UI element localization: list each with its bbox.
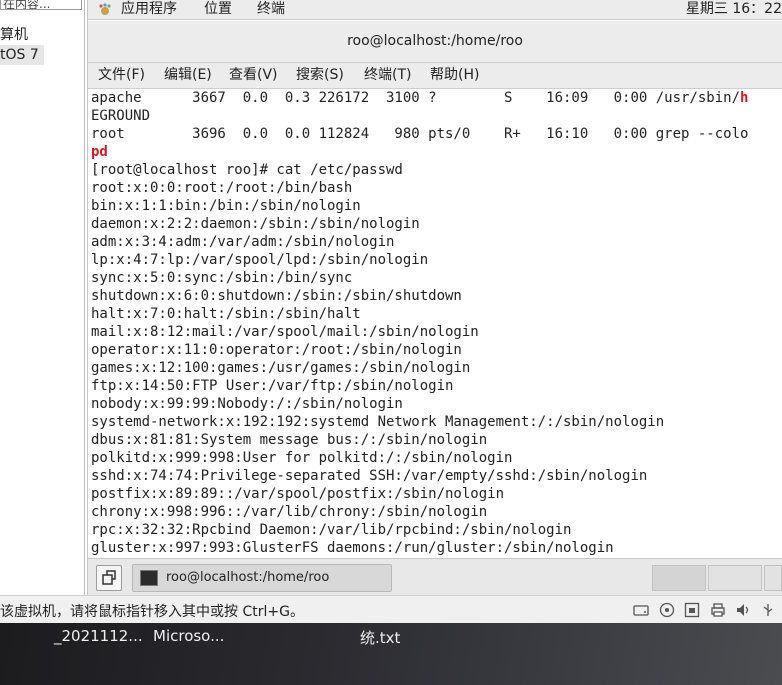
gnome-foot-icon [99,3,111,15]
sound-card-icon[interactable] [735,602,751,618]
terminal-line: operator:x:11:0:operator:/root:/sbin/nol… [91,342,462,358]
window-restore-icon [102,570,116,585]
taskbar-terminal-item[interactable]: roo@localhost:/home/roo [132,564,392,592]
terminal-line: shutdown:x:6:0:shutdown:/sbin:/sbin/shut… [91,288,462,304]
library-item-computer[interactable]: 算机 [0,24,28,44]
terminal-line: polkitd:x:999:998:User for polkitd:/:/sb… [91,450,513,466]
library-search-input[interactable]: 在内容... [0,0,82,10]
desktop-file-label[interactable]: Microso... [153,627,224,645]
guest-taskbar: roo@localhost:/home/roo [88,558,782,595]
terminal-line: bin:x:1:1:bin:/bin:/sbin/nologin [91,198,361,214]
hard-disk-icon[interactable] [633,602,649,618]
terminal-line: root:x:0:0:root:/root:/bin/bash [91,180,353,196]
vmware-status-bar: 该虚拟机，请将鼠标指针移入其中或按 Ctrl+G。 [0,595,782,623]
terminal-prompt-line: [root@localhost roo]# cat /etc/passwd [91,162,403,178]
terminal-line: sync:x:5:0:sync:/sbin:/bin/sync [91,270,353,286]
menu-view[interactable]: 查看(V) [229,66,278,84]
terminal-icon [140,570,158,586]
terminal-line: daemon:x:2:2:daemon:/sbin:/sbin/nologin [91,216,420,232]
terminal-line: ftp:x:14:50:FTP User:/var/ftp:/sbin/nolo… [91,378,454,394]
terminal-line: games:x:12:100:games:/usr/games:/sbin/no… [91,360,471,376]
terminal-line: dbus:x:81:81:System message bus:/:/sbin/… [91,432,488,448]
gnome-top-bar: 应用程序 位置 终端 星期三 16：22 [88,0,782,20]
vm-library-panel: 在内容... 算机 tOS 7 [0,0,88,595]
terminal-output[interactable]: apache 3667 0.0 0.3 226172 3100 ? S 16:0… [88,89,782,558]
workspace-2[interactable] [708,565,762,591]
terminal-line: rpc:x:32:32:Rpcbind Daemon:/var/lib/rpcb… [91,522,572,538]
vm-hint-text: 该虚拟机，请将鼠标指针移入其中或按 Ctrl+G。 [0,604,304,620]
menu-search[interactable]: 搜索(S) [296,66,344,84]
menu-help[interactable]: 帮助(H) [430,66,479,84]
usb-icon[interactable] [760,602,776,618]
terminal-line: lp:x:4:7:lp:/var/spool/lpd:/sbin/nologin [91,252,429,268]
terminal-line: mail:x:8:12:mail:/var/spool/mail:/sbin/n… [91,324,479,340]
menu-file[interactable]: 文件(F) [98,66,145,84]
printer-icon[interactable] [710,602,726,618]
terminal-line: systemd-network:x:192:192:systemd Networ… [91,414,665,430]
cd-drive-icon[interactable] [659,602,675,618]
terminal-line: adm:x:3:4:adm:/var/adm:/sbin/nologin [91,234,395,250]
workspace-1[interactable] [652,565,706,591]
network-adapter-icon[interactable] [684,602,700,618]
terminal-line: apache 3667 0.0 0.3 226172 3100 ? S 16:0… [91,90,749,106]
terminal-line: postfix:x:89:89::/var/spool/postfix:/sbi… [91,486,505,502]
terminal-menubar: 文件(F) 编辑(E) 查看(V) 搜索(S) 终端(T) 帮助(H) [88,63,782,89]
grep-match: h [740,90,749,106]
terminal-line: gluster:x:997:993:GlusterFS daemons:/run… [91,540,614,556]
desktop-file-label[interactable]: _2021112... [54,627,143,645]
show-desktop-button[interactable] [96,565,122,591]
clock[interactable]: 星期三 16：22 [686,0,782,18]
desktop-file-label[interactable]: 统.txt [360,627,400,648]
terminal-line: root 3696 0.0 0.0 112824 980 pts/0 R+ 16… [91,126,749,142]
terminal-line: chrony:x:998:996::/var/lib/chrony:/sbin/… [91,504,488,520]
library-item-centos7[interactable]: tOS 7 [0,45,44,65]
terminal-line: halt:x:7:0:halt:/sbin:/sbin/halt [91,306,361,322]
active-app-menu[interactable]: 终端 [257,0,285,18]
terminal-line: nobody:x:99:99:Nobody:/:/sbin/nologin [91,396,403,412]
applications-menu[interactable]: 应用程序 [121,0,177,18]
terminal-line: sshd:x:74:74:Privilege-separated SSH:/va… [91,468,648,484]
panel-divider[interactable] [84,0,85,595]
workspace-3[interactable] [764,565,782,591]
grep-match: pd [91,144,108,160]
taskbar-item-label: roo@localhost:/home/roo [166,570,330,585]
menu-edit[interactable]: 编辑(E) [164,66,212,84]
menu-terminal[interactable]: 终端(T) [364,66,411,84]
terminal-titlebar[interactable]: roo@localhost:/home/roo [88,21,782,63]
terminal-title: roo@localhost:/home/roo [347,33,523,49]
places-menu[interactable]: 位置 [204,0,232,18]
terminal-line: EGROUND [91,108,151,124]
host-desktop: _2021112... Microso... 统.txt [0,623,782,685]
